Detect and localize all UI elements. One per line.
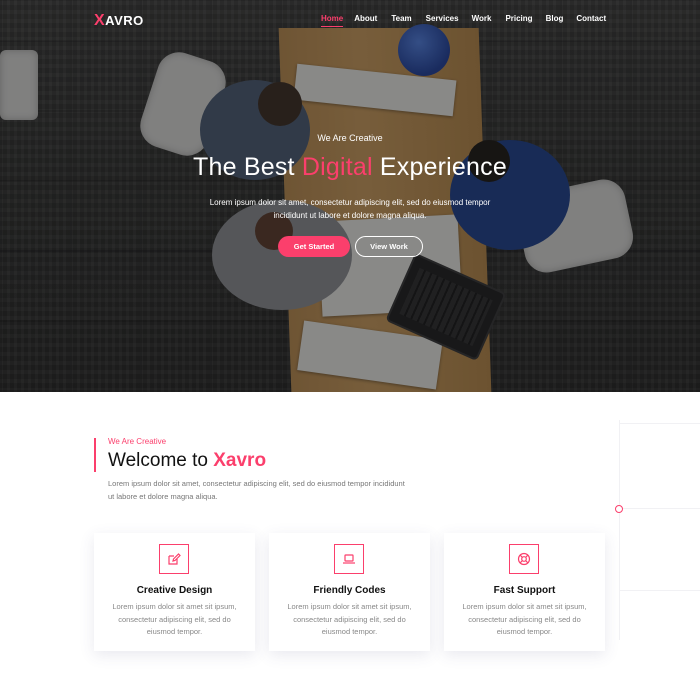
welcome-description: Lorem ipsum dolor sit amet, consectetur … [108, 479, 405, 501]
logo[interactable]: XAVRO [94, 12, 144, 30]
logo-text: AVRO [105, 13, 144, 28]
edit-icon [159, 544, 189, 574]
nav-item-services[interactable]: Services [426, 14, 459, 27]
hero-title: The Best Digital Experience [0, 153, 700, 182]
decorative-line [619, 420, 620, 640]
hero-title-end: Experience [372, 153, 507, 181]
decorative-line [619, 590, 700, 591]
feature-description: Lorem ipsum dolor sit amet sit ipsum, co… [462, 602, 587, 636]
feature-title: Creative Design [136, 585, 213, 596]
main-nav: Home About Team Services Work Pricing Bl… [321, 14, 606, 27]
view-work-button[interactable]: View Work [355, 236, 423, 257]
section-accent-bar [94, 438, 96, 472]
decorative-line [619, 508, 700, 509]
decorative-line [619, 423, 700, 424]
welcome-kicker: We Are Creative [108, 437, 167, 446]
lifebuoy-icon [509, 544, 539, 574]
welcome-title: Welcome to Xavro [108, 450, 266, 472]
hero-description: Lorem ipsum dolor sit amet, consectetur … [209, 198, 491, 220]
decorative-dot [615, 505, 623, 513]
feature-description: Lorem ipsum dolor sit amet sit ipsum, co… [112, 602, 237, 636]
feature-title: Friendly Codes [313, 585, 386, 596]
hero-title-start: The Best [193, 153, 302, 181]
nav-item-work[interactable]: Work [472, 14, 492, 27]
feature-description: Lorem ipsum dolor sit amet sit ipsum, co… [287, 602, 412, 636]
feature-card-friendly-codes[interactable]: Friendly Codes Lorem ipsum dolor sit ame… [269, 533, 430, 651]
welcome-title-brand: Xavro [213, 450, 267, 471]
nav-item-team[interactable]: Team [391, 14, 411, 27]
hero-section: XAVRO Home About Team Services Work Pric… [0, 0, 700, 392]
feature-card-creative-design[interactable]: Creative Design Lorem ipsum dolor sit am… [94, 533, 255, 651]
nav-item-blog[interactable]: Blog [546, 14, 564, 27]
nav-item-pricing[interactable]: Pricing [505, 14, 532, 27]
get-started-button[interactable]: Get Started [278, 236, 350, 257]
logo-mark: X [94, 12, 106, 29]
nav-item-home[interactable]: Home [321, 14, 344, 27]
feature-card-fast-support[interactable]: Fast Support Lorem ipsum dolor sit amet … [444, 533, 605, 651]
laptop-icon [334, 544, 364, 574]
welcome-title-prefix: Welcome to [108, 450, 214, 471]
feature-title: Fast Support [493, 585, 556, 596]
hero-title-highlight: Digital [301, 153, 373, 181]
nav-item-about[interactable]: About [354, 14, 377, 27]
hero-kicker: We Are Creative [317, 133, 383, 143]
nav-item-contact[interactable]: Contact [576, 14, 606, 27]
